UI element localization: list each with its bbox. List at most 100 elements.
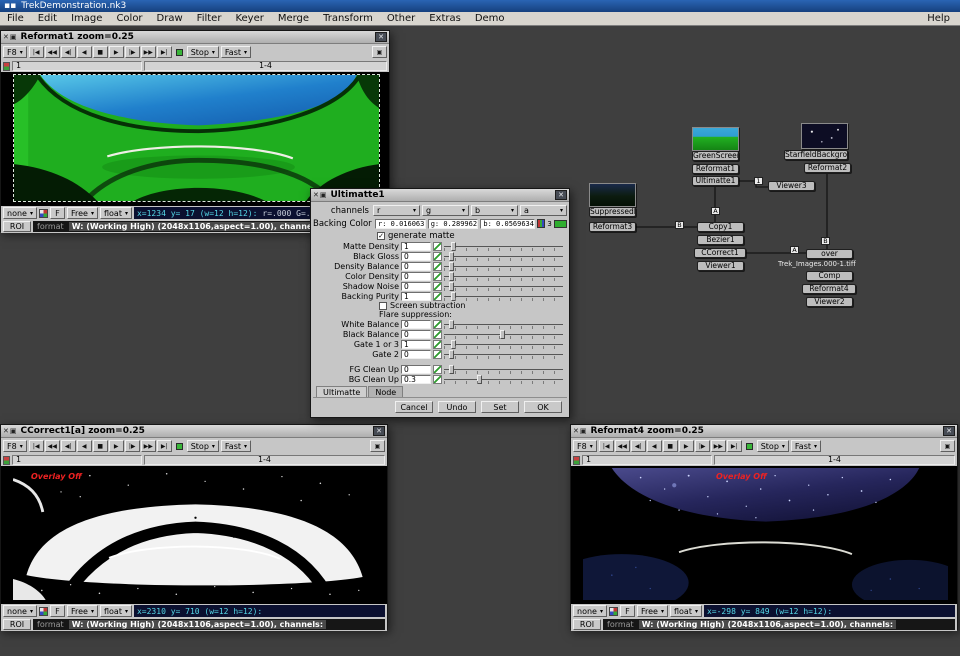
depth-dropdown[interactable]: float ▾ (100, 605, 132, 617)
param-slider[interactable] (444, 375, 563, 384)
transport-button-6[interactable]: |▶ (125, 440, 140, 452)
close-icon[interactable]: ✕ (373, 426, 385, 436)
fps-dropdown[interactable]: F8 ▾ (573, 440, 597, 452)
keyframe-icon[interactable] (433, 375, 442, 384)
node-graph[interactable]: Trek_Images.000-1.tiff GreenScreenReform… (578, 110, 958, 325)
node-ultimatte1[interactable]: Ultimatte1 (692, 176, 739, 186)
menu-keyer[interactable]: Keyer (228, 12, 270, 25)
param-slider[interactable] (444, 365, 563, 374)
f-button[interactable]: F (50, 207, 65, 219)
backing-g-field[interactable]: g: 0.289962 (428, 219, 479, 229)
keyframe-icon[interactable] (433, 340, 442, 349)
slider-thumb[interactable] (449, 320, 454, 329)
transport-button-1[interactable]: ◀◀ (615, 440, 630, 452)
slider-thumb[interactable] (477, 375, 482, 384)
transport-button-2[interactable]: ◀| (61, 46, 76, 58)
param-slider[interactable] (444, 350, 563, 359)
green-thumbnail[interactable] (692, 127, 739, 151)
slider-thumb[interactable] (451, 340, 456, 349)
window-menu-icon[interactable]: ✕▣ (3, 427, 17, 435)
channel-a-dropdown[interactable]: a ▾ (520, 205, 567, 216)
menu-image[interactable]: Image (64, 12, 109, 25)
keyframe-icon[interactable] (433, 282, 442, 291)
stars-thumbnail[interactable] (801, 123, 848, 149)
stop-dropdown[interactable]: Stop ▾ (187, 440, 219, 452)
node-comp[interactable]: Comp (806, 271, 853, 281)
tab-ultimatte[interactable]: Ultimatte (316, 386, 367, 397)
transport-button-8[interactable]: ▶| (157, 440, 172, 452)
param-value-field[interactable]: 0 (401, 365, 431, 374)
transport-button-7[interactable]: ▶▶ (711, 440, 726, 452)
compare-dropdown[interactable]: none ▾ (3, 605, 37, 617)
backing-color-swatch[interactable] (554, 220, 567, 228)
transport-button-4[interactable]: ■ (93, 440, 108, 452)
compare-dropdown[interactable]: none ▾ (3, 207, 37, 219)
keyframe-icon[interactable] (433, 330, 442, 339)
transport-button-8[interactable]: ▶| (727, 440, 742, 452)
slider-thumb[interactable] (451, 242, 456, 251)
keyframe-icon[interactable] (433, 350, 442, 359)
roi-button[interactable]: ROI (573, 619, 601, 630)
param-value-field[interactable]: 1 (401, 292, 431, 301)
node-greenscreen[interactable]: GreenScreen (692, 151, 739, 161)
window-titlebar[interactable]: ✕▣ Reformat1 zoom=0.25 ✕ (1, 31, 389, 44)
depth-dropdown[interactable]: float ▾ (670, 605, 702, 617)
param-slider[interactable] (444, 320, 563, 329)
transport-button-3[interactable]: ◀ (647, 440, 662, 452)
slider-thumb[interactable] (449, 262, 454, 271)
menu-help[interactable]: Help (917, 12, 960, 25)
param-value-field[interactable]: 0.3 (401, 375, 431, 384)
keyframe-icon[interactable] (433, 262, 442, 271)
roi-button[interactable]: ROI (3, 221, 31, 232)
keyframe-icon[interactable] (433, 272, 442, 281)
compare-dropdown[interactable]: none ▾ (573, 605, 607, 617)
window-titlebar[interactable]: ✕▣ CCorrect1[a] zoom=0.25 ✕ (1, 425, 387, 438)
window-menu-icon[interactable]: ✕▣ (313, 191, 327, 199)
slider-thumb[interactable] (451, 292, 456, 301)
window-titlebar[interactable]: ✕▣ Reformat4 zoom=0.25 ✕ (571, 425, 957, 438)
close-icon[interactable]: ✕ (375, 32, 387, 42)
window-titlebar[interactable]: ✕▣ Ultimatte1 ✕ (311, 189, 569, 202)
channel-swatch-icon[interactable] (39, 209, 48, 218)
node-reformat4[interactable]: Reformat4 (802, 284, 856, 294)
transport-button-6[interactable]: |▶ (125, 46, 140, 58)
node-reformat2[interactable]: Reformat2 (804, 163, 851, 173)
keyframe-icon[interactable] (433, 320, 442, 329)
param-value-field[interactable]: 0 (401, 272, 431, 281)
app-titlebar[interactable]: ▪▪ TrekDemonstration.nk3 (0, 0, 960, 12)
transport-button-8[interactable]: ▶| (157, 46, 172, 58)
ok-button[interactable]: OK (524, 401, 562, 413)
viewer-canvas[interactable]: Overlay Off (571, 466, 957, 604)
menu-edit[interactable]: Edit (31, 12, 64, 25)
f-button[interactable]: F (50, 605, 65, 617)
param-value-field[interactable]: 0 (401, 350, 431, 359)
transport-button-0[interactable]: |◀ (599, 440, 614, 452)
zoom-mode-dropdown[interactable]: Free ▾ (67, 605, 98, 617)
menu-merge[interactable]: Merge (271, 12, 316, 25)
slider-thumb[interactable] (449, 365, 454, 374)
slider-thumb[interactable] (500, 330, 505, 339)
menu-filter[interactable]: Filter (190, 12, 229, 25)
viewer-canvas[interactable]: Overlay Off (1, 466, 387, 604)
channel-swatch-icon[interactable] (39, 607, 48, 616)
backing-r-field[interactable]: r: 0.016063 (375, 219, 426, 229)
keyframe-icon[interactable] (433, 252, 442, 261)
generate-matte-checkbox[interactable]: ✓ (377, 232, 385, 240)
undo-button[interactable]: Undo (438, 401, 476, 413)
transport-button-3[interactable]: ◀ (77, 440, 92, 452)
depth-dropdown[interactable]: float ▾ (100, 207, 132, 219)
detach-button[interactable]: ▣ (372, 46, 387, 58)
viewer-canvas[interactable] (1, 72, 389, 206)
param-slider[interactable] (444, 252, 563, 261)
node-reformat3[interactable]: Reformat3 (589, 222, 636, 232)
detach-button[interactable]: ▣ (940, 440, 955, 452)
current-frame-field[interactable]: 1 (12, 455, 142, 465)
menu-extras[interactable]: Extras (422, 12, 468, 25)
cancel-button[interactable]: Cancel (395, 401, 433, 413)
close-icon[interactable]: ✕ (555, 190, 567, 200)
node-copy1[interactable]: Copy1 (697, 222, 744, 232)
menu-color[interactable]: Color (109, 12, 149, 25)
close-icon[interactable]: ✕ (943, 426, 955, 436)
transport-button-5[interactable]: ▶ (679, 440, 694, 452)
suppressed-thumbnail[interactable] (589, 183, 636, 207)
